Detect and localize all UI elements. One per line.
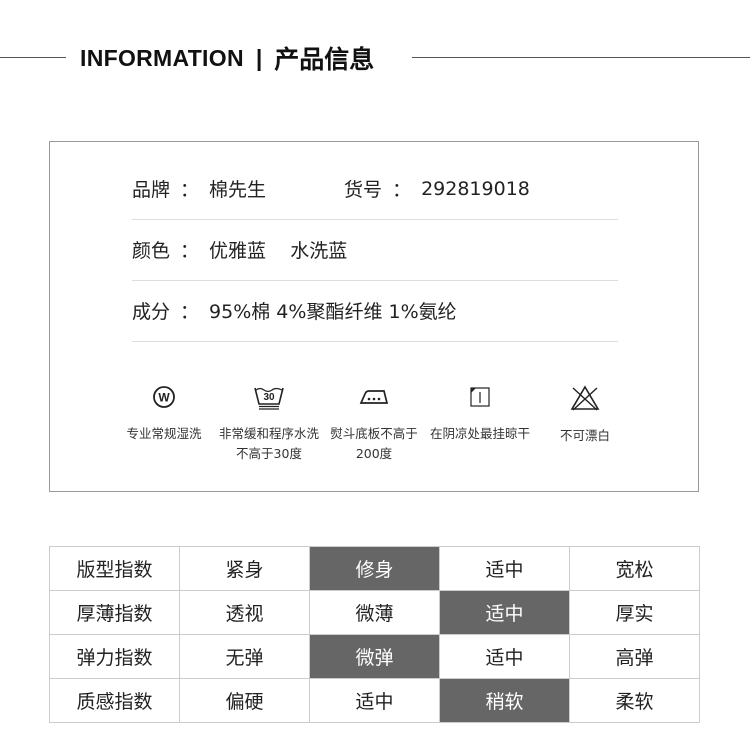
index-option: 柔软 [569, 678, 700, 723]
do-not-bleach-icon [570, 385, 600, 411]
svg-text:W: W [158, 391, 170, 405]
index-option-selected: 稍软 [439, 678, 570, 723]
info-row-brand: 品牌 ： 棉先生 货号 ： 292819018 [132, 158, 618, 220]
index-option: 宽松 [569, 546, 700, 591]
gentle-wash-30-icon: 30 [254, 387, 284, 410]
index-option: 适中 [439, 634, 570, 679]
index-option: 偏硬 [179, 678, 310, 723]
color-value: 优雅蓝 水洗蓝 [209, 240, 348, 262]
care-item: 30 非常缓和程序水洗不高于30度 [219, 384, 319, 464]
index-row: 质感指数 偏硬 适中 稍软 柔软 [49, 678, 700, 723]
index-option: 高弹 [569, 634, 700, 679]
care-caption: 非常缓和程序水洗不高于30度 [219, 426, 320, 461]
index-label: 版型指数 [49, 546, 180, 591]
care-caption: 在阴凉处最挂晾干 [430, 426, 531, 441]
sku-label: 货号 [344, 179, 383, 201]
care-caption: 不可漂白 [559, 428, 610, 443]
care-caption: 专业常规湿洗 [126, 426, 202, 441]
index-option-selected: 修身 [309, 546, 440, 591]
index-option: 适中 [309, 678, 440, 723]
material-label: 成分 [132, 301, 171, 323]
brand-value: 棉先生 [209, 179, 267, 201]
shade-line-dry-icon [470, 387, 490, 407]
index-option: 透视 [179, 590, 310, 635]
colon: ： [392, 179, 412, 201]
index-option: 无弹 [179, 634, 310, 679]
colon: ： [180, 301, 200, 323]
iron-200-icon [359, 390, 389, 404]
colon: ： [180, 240, 200, 262]
care-item: W 专业常规湿洗 [114, 384, 214, 444]
index-label: 弹力指数 [49, 634, 180, 679]
care-caption: 熨斗底板不高于200度 [330, 426, 418, 461]
index-option-selected: 适中 [439, 590, 570, 635]
index-option: 厚实 [569, 590, 700, 635]
material-value: 95%棉 4%聚酯纤维 1%氨纶 [209, 301, 457, 323]
svg-text:30: 30 [263, 392, 275, 403]
title-english: INFORMATION [80, 44, 244, 71]
info-row-material: 成分 ： 95%棉 4%聚酯纤维 1%氨纶 [132, 280, 618, 342]
header-line-right [412, 57, 750, 58]
brand-label: 品牌 [132, 179, 171, 201]
professional-wet-clean-icon: W [153, 386, 175, 408]
index-row: 厚薄指数 透视 微薄 适中 厚实 [49, 590, 700, 635]
sku-value: 292819018 [421, 177, 530, 200]
colon: ： [180, 179, 200, 201]
color-label: 颜色 [132, 240, 171, 262]
index-option-selected: 微弹 [309, 634, 440, 679]
index-row: 弹力指数 无弹 微弹 适中 高弹 [49, 634, 700, 679]
care-item: 在阴凉处最挂晾干 [430, 384, 530, 444]
index-row: 版型指数 紧身 修身 适中 宽松 [49, 546, 700, 591]
product-info-box: 品牌 ： 棉先生 货号 ： 292819018 颜色 ： 优雅蓝 水洗蓝 成分 … [49, 141, 699, 492]
index-option: 微薄 [309, 590, 440, 635]
index-label: 厚薄指数 [49, 590, 180, 635]
header-line-left [0, 57, 66, 58]
fit-index-table: 版型指数 紧身 修身 适中 宽松 厚薄指数 透视 微薄 适中 厚实 弹力指数 无弹 微弹 适中 高弹 质感指数… [49, 546, 700, 723]
index-label: 质感指数 [49, 678, 180, 723]
title-chinese: 产品信息 [274, 45, 375, 74]
section-title: INFORMATION | 产品信息 [80, 38, 374, 78]
info-row-color: 颜色 ： 优雅蓝 水洗蓝 [132, 219, 618, 281]
title-separator: | [255, 44, 263, 71]
index-option: 适中 [439, 546, 570, 591]
care-item: 熨斗底板不高于200度 [324, 384, 424, 464]
care-item: 不可漂白 [535, 384, 635, 446]
index-option: 紧身 [179, 546, 310, 591]
